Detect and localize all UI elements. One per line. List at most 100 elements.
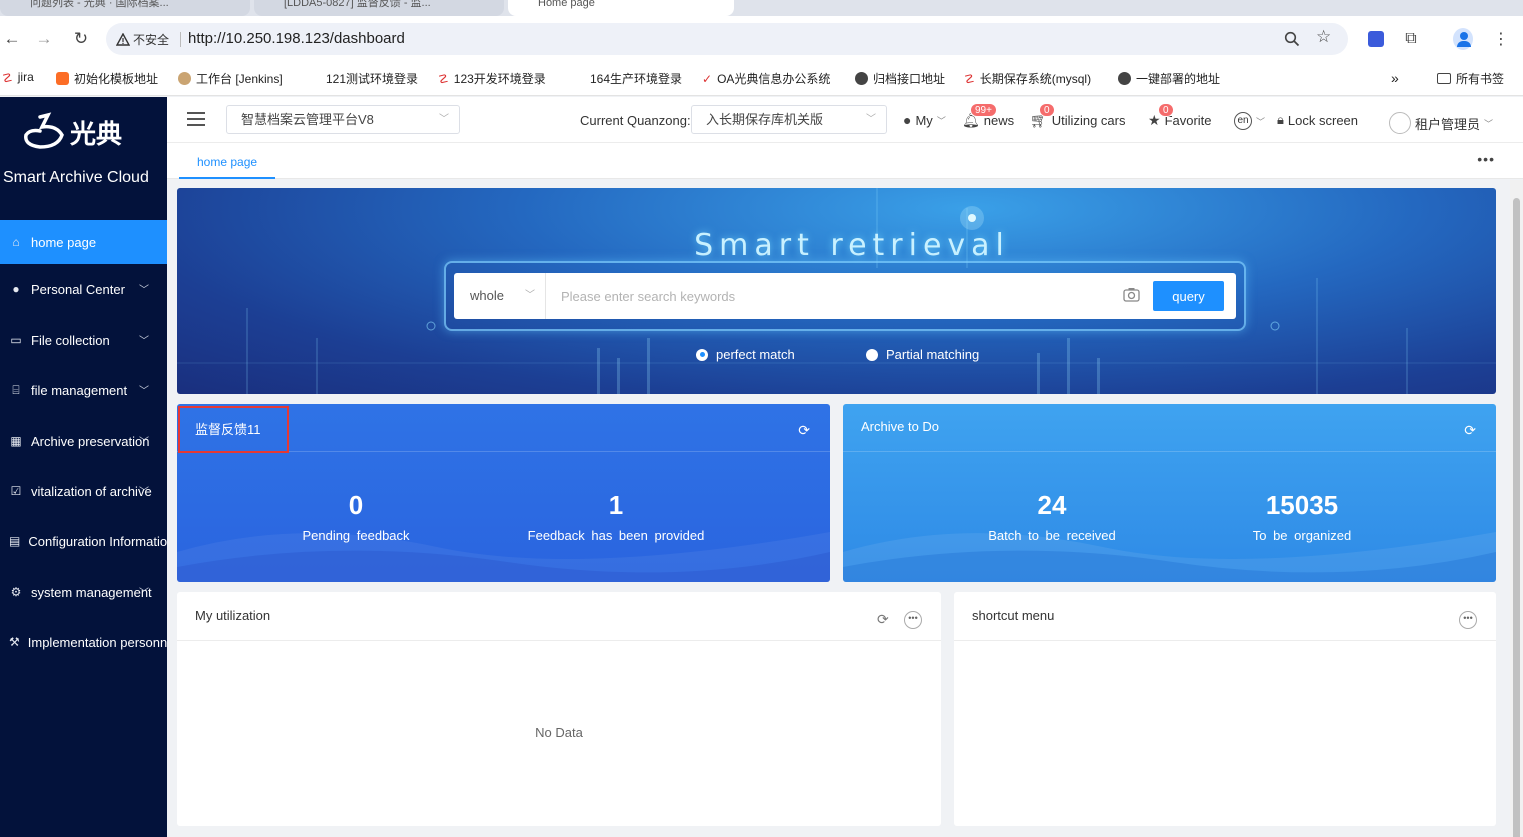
refresh-icon[interactable]: ⟳ [798,422,810,439]
refresh-icon[interactable]: ⟳ [1464,422,1476,439]
folder-icon: ▭ [10,333,22,347]
card-divider [843,451,1496,452]
search-scope-select[interactable]: whole ﹀ [454,273,546,319]
bookmark-star-icon[interactable]: ☆ [1316,27,1331,47]
bookmark-label: jira [17,70,34,84]
browser-tab[interactable]: 问题列表 - 光典 · 国际档案... [0,0,250,16]
puzzle-icon[interactable]: ⧉ [1401,29,1421,49]
security-label: 不安全 [133,33,170,47]
lock-icon: 🔒︎ [1277,112,1284,127]
bookmark-item[interactable]: ☡ jira [2,70,34,85]
sidebar-item-file-collection[interactable]: ▭ File collection ﹀ [0,318,167,362]
sidebar-item-file-management[interactable]: ⌸ file management ﹀ [0,368,167,412]
security-indicator[interactable]: 不安全 [116,31,169,48]
more-options-button[interactable]: ••• [1459,611,1477,629]
avatar-icon [1453,28,1473,50]
brand-name: Smart Archive Cloud [3,169,149,186]
more-bookmarks-label: » [1391,70,1399,86]
quanzong-label: Current Quanzong: [580,113,691,128]
utilizing-cars-button[interactable]: 🛒︎ Utilizing cars 0 [1030,103,1126,129]
language-select[interactable]: en ﹀ [1234,112,1265,130]
forward-button[interactable]: → [32,27,56,51]
chevron-down-icon: ﹀ [866,114,876,125]
bookmark-item[interactable]: 121测试环境登录 [308,70,418,87]
bookmark-item[interactable]: 工作台 [Jenkins] [178,70,283,87]
browser-tab[interactable]: [LDDA5-0827] 监督反馈 - 监... [254,0,504,16]
more-bookmarks-button[interactable]: » [1391,70,1399,86]
back-button[interactable]: ← [0,27,24,51]
bookmark-label: OA光典信息办公系统 [717,72,831,86]
my-menu-button[interactable]: ● My ﹀ [903,112,946,128]
bookmark-label: 121测试环境登录 [326,72,419,86]
bookmark-label: 一键部署的地址 [1136,72,1221,86]
all-bookmarks-button[interactable]: 所有书签 [1437,70,1504,87]
bookmark-label: 123开发环境登录 [453,72,546,86]
tag-home-page[interactable]: home page [179,155,276,179]
sidebar-item-system-management[interactable]: ⚙ system management ﹀ [0,570,167,614]
scrollbar-thumb[interactable] [1513,198,1520,837]
reload-button[interactable]: ↻ [69,27,93,51]
provided-feedback-count[interactable]: 1 [496,490,736,521]
zoom-icon[interactable] [1284,31,1300,47]
hamburger-menu-button[interactable] [187,112,205,126]
panel-title: shortcut menu [972,608,1055,623]
reload-icon: ↻ [73,29,89,48]
bookmark-label: 工作台 [Jenkins] [196,72,283,86]
bookmark-item[interactable]: ✓ OA光典信息办公系统 [702,70,830,87]
user-menu-button[interactable]: 租户管理员 ﹀ [1389,112,1493,134]
oa-icon: ✓ [702,72,713,86]
bookmark-item[interactable]: ☡ 长期保存系统(mysql) [964,70,1091,87]
clipboard-icon: ▤ [9,534,21,548]
batch-to-receive-count[interactable]: 24 [932,490,1172,521]
sidebar-item-label: Archive preservation [31,433,150,449]
sidebar-item-archive-preservation[interactable]: ▦ Archive preservation ﹀ [0,419,167,463]
address-bar[interactable]: 不安全 http://10.250.198.123/dashboard ☆ [106,23,1348,55]
query-button[interactable]: query [1153,281,1224,311]
search-input[interactable] [547,273,1107,319]
globe-icon [855,72,868,85]
radio-perfect-match[interactable]: perfect match [696,347,795,362]
url-text[interactable]: http://10.250.198.123/dashboard [188,30,405,47]
bookmark-item[interactable]: 初始化模板地址 [56,70,158,87]
user-name: 租户管理员 [1415,116,1481,132]
lock-screen-button[interactable]: 🔒︎ Lock screen [1277,112,1358,128]
sidebar-item-configuration[interactable]: ▤ Configuration Information [0,519,167,563]
all-bookmarks-label: 所有书签 [1456,72,1505,86]
bookmark-item[interactable]: 一键部署的地址 [1118,70,1220,87]
user-icon: ● [903,112,912,128]
chevron-down-icon: ﹀ [139,386,149,397]
tags-more-button[interactable]: ••• [1477,151,1495,167]
browser-menu-icon[interactable]: ⋮ [1491,29,1511,49]
omnibox-divider [180,32,181,47]
more-options-button[interactable]: ••• [904,611,922,629]
sidebar-item-personal-center[interactable]: ● Personal Center ﹀ [0,267,167,311]
pending-feedback-count[interactable]: 0 [236,490,476,521]
sidebar-item-label: vitalization of archive [31,483,152,499]
platform-select[interactable]: 智慧档案云管理平台V8 ﹀ [226,105,460,134]
news-button[interactable]: 🔔︎ news 99+ [962,103,1014,129]
favorite-button[interactable]: ★ Favorite 0 [1148,103,1212,129]
radio-partial-matching[interactable]: Partial matching [866,347,979,362]
radio-unchecked-icon [866,348,878,361]
browser-tab-label: Home page [538,0,595,9]
extension-icon[interactable] [1366,29,1386,49]
banner-title: Smart retrieval [694,228,1010,263]
archive-card-title: Archive to Do [861,419,940,434]
page-scrollbar[interactable] [1510,180,1523,837]
sidebar-item-vitalization[interactable]: ☑ vitalization of archive ﹀ [0,469,167,513]
sidebar-item-implementation[interactable]: ⚒ Implementation personnel [0,620,167,664]
bookmark-item[interactable]: ☡ 123开发环境登录 [438,70,546,87]
browser-tab-active[interactable]: Home page [508,0,734,16]
bookmark-item[interactable]: 归档接口地址 [855,70,945,87]
quanzong-select[interactable]: 入长期保存库机关版 ﹀ [691,105,887,134]
bookmark-item[interactable]: 164生产环境登录 [572,70,682,87]
my-label: My [915,112,933,128]
profile-button[interactable] [1453,28,1473,50]
cars-label: Utilizing cars [1051,113,1126,128]
to-be-organized-count[interactable]: 15035 [1182,490,1422,521]
refresh-icon[interactable]: ⟳ [877,611,889,628]
sidebar-item-home[interactable]: ⌂ home page [0,220,167,264]
camera-icon[interactable] [1123,287,1140,302]
avatar [1389,112,1411,134]
jira-icon: ☡ [964,72,975,86]
